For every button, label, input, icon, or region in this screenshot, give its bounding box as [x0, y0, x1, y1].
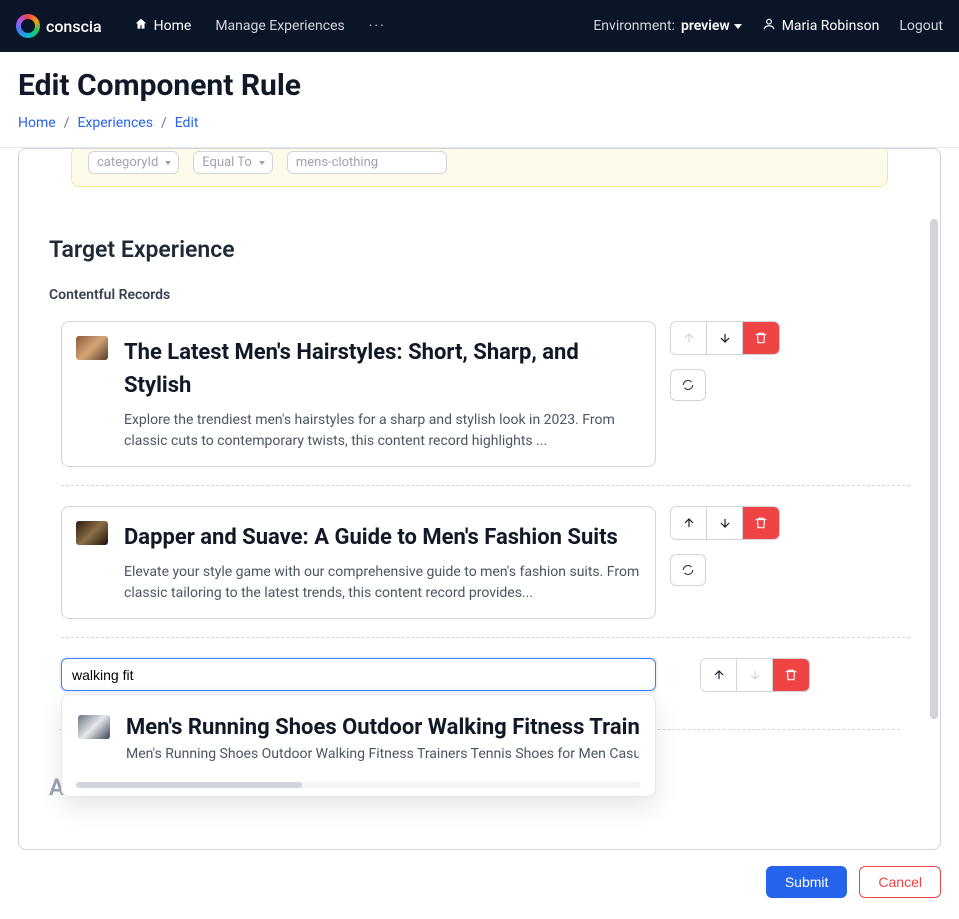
env-value: preview: [681, 18, 742, 34]
dropdown-thumbnail: [78, 715, 110, 739]
move-up-button[interactable]: [701, 659, 737, 691]
move-down-button: [737, 659, 773, 691]
refresh-button[interactable]: [670, 554, 706, 586]
dropdown-title: Men's Running Shoes Outdoor Walking Fitn…: [126, 715, 639, 740]
crumb-current: Edit: [175, 115, 199, 131]
record-desc: Elevate your style game with our compreh…: [124, 562, 641, 604]
section-title: Target Experience: [49, 236, 910, 263]
section-sub: Contentful Records: [49, 287, 910, 303]
record-title: The Latest Men's Hairstyles: Short, Shar…: [124, 336, 641, 402]
nav-links: Home Manage Experiences ···: [134, 17, 386, 35]
move-down-button[interactable]: [707, 322, 743, 354]
logo-ring-icon: [16, 14, 40, 38]
logout-label: Logout: [899, 18, 943, 34]
search-input[interactable]: [61, 658, 656, 691]
footer: Submit Cancel: [0, 850, 959, 914]
horizontal-scrollbar[interactable]: [76, 782, 641, 788]
nav-more[interactable]: ···: [369, 18, 386, 34]
dropdown-desc: Men's Running Shoes Outdoor Walking Fitn…: [126, 746, 639, 762]
logo-text: conscia: [46, 17, 102, 36]
caret-down-icon: [734, 24, 742, 29]
move-up-button[interactable]: [671, 507, 707, 539]
record-card: The Latest Men's Hairstyles: Short, Shar…: [61, 321, 656, 467]
env-label: Environment:: [593, 18, 675, 34]
nav-home-label: Home: [154, 18, 192, 34]
dropdown-item[interactable]: Men's Running Shoes Outdoor Walking Fitn…: [70, 707, 647, 770]
scrollbar[interactable]: [930, 219, 938, 719]
arrow-group: [670, 506, 780, 540]
chevron-down-icon: [259, 161, 265, 165]
record-row: Dapper and Suave: A Guide to Men's Fashi…: [61, 506, 910, 638]
chevron-down-icon: [165, 161, 171, 165]
page-header: Edit Component Rule Home / Experiences /…: [0, 52, 959, 148]
filter-value[interactable]: mens-clothing: [287, 151, 447, 174]
record-controls: [670, 506, 780, 619]
logout-link[interactable]: Logout: [899, 18, 943, 34]
delete-button[interactable]: [773, 659, 809, 691]
search-dropdown: Men's Running Shoes Outdoor Walking Fitn…: [61, 694, 656, 797]
top-nav: conscia Home Manage Experiences ··· Envi…: [0, 0, 959, 52]
crumb-experiences[interactable]: Experiences: [77, 115, 152, 131]
env-value-text: preview: [681, 18, 730, 34]
breadcrumb: Home / Experiences / Edit: [18, 115, 941, 131]
nav-manage-label: Manage Experiences: [215, 18, 344, 34]
nav-manage[interactable]: Manage Experiences: [215, 18, 344, 34]
user-name: Maria Robinson: [782, 18, 880, 34]
filter-field-label: categoryId: [97, 155, 158, 170]
crumb-sep: /: [161, 115, 167, 131]
user-icon: [762, 17, 776, 35]
record-title: Dapper and Suave: A Guide to Men's Fashi…: [124, 521, 641, 554]
user-link[interactable]: Maria Robinson: [762, 17, 880, 35]
main-panel: categoryId Equal To mens-clothing Target…: [18, 148, 941, 850]
arrow-group: [670, 321, 780, 355]
filter-row: categoryId Equal To mens-clothing: [71, 149, 888, 187]
record-body: Dapper and Suave: A Guide to Men's Fashi…: [124, 521, 641, 604]
cancel-button[interactable]: Cancel: [859, 866, 941, 898]
nav-right: Environment: preview Maria Robinson Logo…: [593, 17, 943, 35]
move-down-button[interactable]: [707, 507, 743, 539]
dropdown-body: Men's Running Shoes Outdoor Walking Fitn…: [126, 715, 639, 762]
nav-home[interactable]: Home: [134, 17, 192, 35]
submit-button[interactable]: Submit: [766, 866, 848, 898]
record-thumbnail: [76, 336, 108, 360]
logo[interactable]: conscia: [16, 14, 102, 38]
record-thumbnail: [76, 521, 108, 545]
more-icon: ···: [369, 18, 386, 34]
record-controls: [670, 321, 780, 467]
filter-operator[interactable]: Equal To: [193, 151, 273, 174]
environment-selector[interactable]: Environment: preview: [593, 18, 741, 34]
home-icon: [134, 17, 148, 35]
record-body: The Latest Men's Hairstyles: Short, Shar…: [124, 336, 641, 452]
refresh-button[interactable]: [670, 369, 706, 401]
record-controls: [700, 658, 810, 692]
filter-op-label: Equal To: [202, 155, 252, 170]
scrollbar-thumb[interactable]: [76, 782, 302, 788]
filter-field[interactable]: categoryId: [88, 151, 179, 174]
filter-value-label: mens-clothing: [296, 155, 378, 170]
delete-button[interactable]: [743, 322, 779, 354]
delete-button[interactable]: [743, 507, 779, 539]
arrow-group: [700, 658, 810, 692]
search-row: Men's Running Shoes Outdoor Walking Fitn…: [61, 658, 910, 692]
record-row: The Latest Men's Hairstyles: Short, Shar…: [61, 321, 910, 486]
panel-content: categoryId Equal To mens-clothing Target…: [19, 149, 940, 849]
page-title: Edit Component Rule: [18, 68, 941, 103]
record-card: Dapper and Suave: A Guide to Men's Fashi…: [61, 506, 656, 619]
crumb-sep: /: [64, 115, 70, 131]
record-desc: Explore the trendiest men's hairstyles f…: [124, 410, 641, 452]
crumb-home[interactable]: Home: [18, 115, 56, 131]
move-up-button: [671, 322, 707, 354]
